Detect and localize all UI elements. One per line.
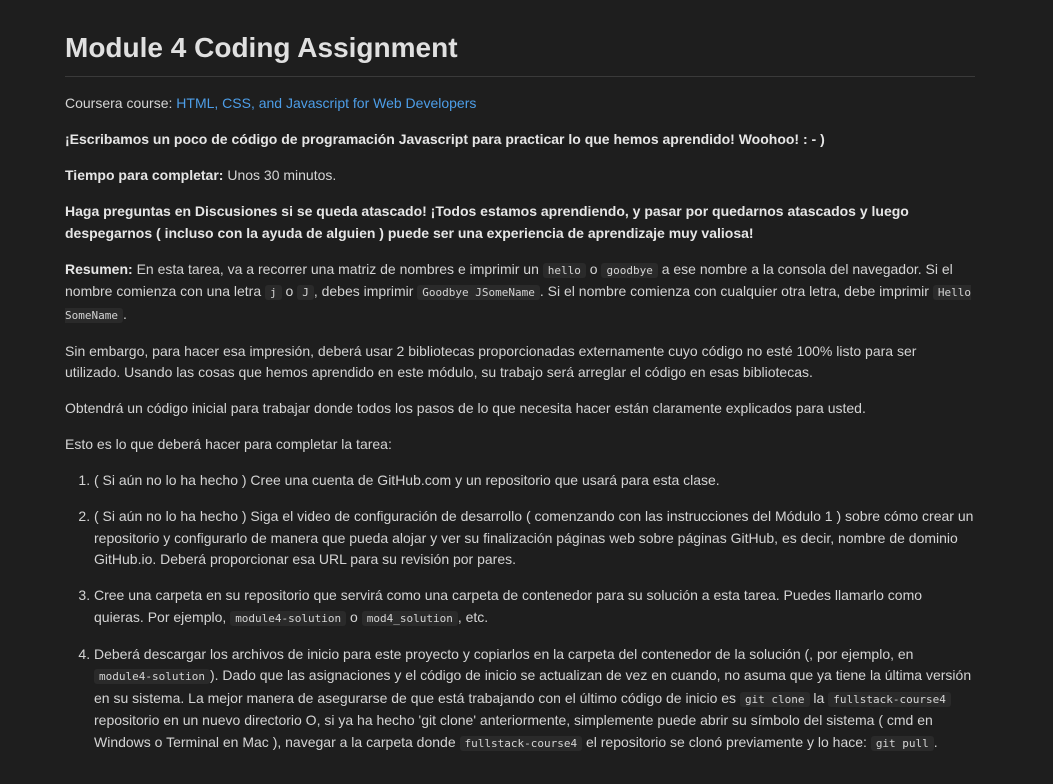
time-label: Tiempo para completar: xyxy=(65,167,224,183)
libraries-paragraph: Sin embargo, para hacer esa impresión, d… xyxy=(65,342,917,381)
steps-list: ( Si aún no lo ha hecho ) Cree una cuent… xyxy=(65,470,975,754)
code-git-clone: git clone xyxy=(739,691,810,707)
summary-text: , debes imprimir xyxy=(313,283,418,299)
step-text: el repositorio se clonó previamente y lo… xyxy=(582,733,871,750)
course-line: Coursera course: HTML, CSS, and Javascri… xyxy=(65,93,975,115)
help-paragraph: Haga preguntas en Discusiones si se qued… xyxy=(65,201,975,244)
step-text: Deberá descargar los archivos de inicio … xyxy=(94,645,914,662)
summary-label: Resumen: xyxy=(65,260,133,277)
step-1: ( Si aún no lo ha hecho ) Cree una cuent… xyxy=(94,470,975,492)
time-paragraph: Tiempo para completar: Unos 30 minutos. xyxy=(65,165,975,187)
summary-text: . Si el nombre comienza con cualquier ot… xyxy=(539,283,933,299)
code-module4-solution: module4-solution xyxy=(230,610,347,626)
step-4: Deberá descargar los archivos de inicio … xyxy=(94,644,975,755)
code-goodbye-name: Goodbye JSomeName xyxy=(417,285,540,300)
code-git-pull: git pull xyxy=(870,735,934,751)
summary-text: En esta tarea, va a recorrer una matriz … xyxy=(132,260,543,277)
summary-text: o xyxy=(281,283,298,299)
intro-text: ¡Escribamos un poco de código de program… xyxy=(65,131,825,147)
document: Module 4 Coding Assignment Coursera cour… xyxy=(65,28,975,769)
time-value: Unos 30 minutos. xyxy=(223,167,337,183)
step-text: o xyxy=(346,608,362,625)
code-J: J xyxy=(297,285,314,300)
course-link[interactable]: HTML, CSS, and Javascript for Web Develo… xyxy=(176,95,476,111)
code-module4-solution: module4-solution xyxy=(94,669,210,684)
help-text: Haga preguntas en Discusiones si se qued… xyxy=(65,203,909,241)
starter-paragraph: Obtendrá un código inicial para trabajar… xyxy=(65,400,866,416)
code-hello: hello xyxy=(542,262,586,278)
step-2: ( Si aún no lo ha hecho ) Siga el video … xyxy=(94,506,975,571)
code-fullstack-course4: fullstack-course4 xyxy=(828,691,951,707)
code-mod4-solution: mod4_solution xyxy=(361,610,458,626)
step-text: , etc. xyxy=(457,608,489,625)
step-3: Cree una carpeta en su repositorio que s… xyxy=(94,585,975,629)
step-text: la xyxy=(809,689,829,706)
code-goodbye: goodbye xyxy=(601,262,658,278)
step-text: Cree una carpeta en su repositorio que s… xyxy=(94,587,923,625)
intro-paragraph: ¡Escribamos un poco de código de program… xyxy=(65,129,975,151)
code-j: j xyxy=(265,285,282,300)
code-fullstack-course4: fullstack-course4 xyxy=(459,735,583,751)
summary-text: o xyxy=(585,260,602,277)
course-label: Coursera course: xyxy=(65,95,177,111)
step-text: . xyxy=(933,733,938,750)
todo-paragraph: Esto es lo que deberá hacer para complet… xyxy=(65,436,392,452)
page-title: Module 4 Coding Assignment xyxy=(65,28,975,77)
summary-paragraph: Resumen: En esta tarea, va a recorrer un… xyxy=(65,259,975,327)
summary-text: . xyxy=(122,305,127,322)
